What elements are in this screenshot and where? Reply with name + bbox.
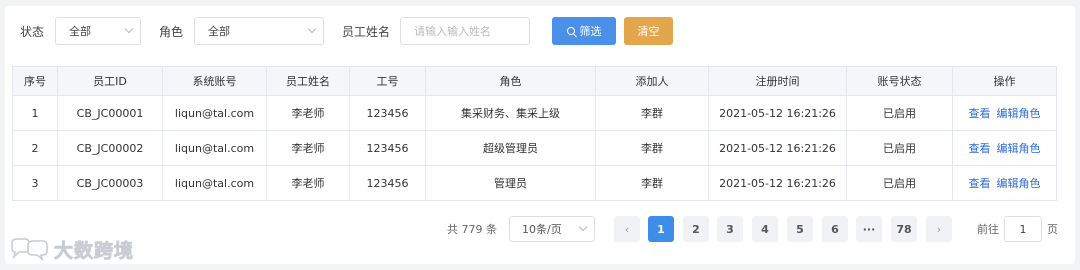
clear-button-label: 清空 — [637, 25, 660, 38]
page-size-select[interactable]: 10条/页 — [509, 216, 595, 242]
added-by: 李群 — [595, 130, 709, 166]
goto-page-input[interactable]: 1 — [1004, 216, 1042, 242]
prev-page-button[interactable]: ‹ — [614, 216, 640, 242]
job-number: 123456 — [349, 130, 426, 166]
page-button-2[interactable]: 2 — [683, 216, 709, 242]
table-row: 1 CB_JC00001 liqun@tal.com 李老师 123456 集采… — [12, 95, 1057, 131]
column-header: 操作 — [952, 66, 1057, 96]
page-button-78[interactable]: 78 — [891, 216, 917, 242]
employee-name: 李老师 — [266, 95, 350, 131]
actions-cell: 查看 编辑角色 — [952, 130, 1057, 166]
more-pages-ellipsis[interactable]: ··· — [856, 216, 882, 242]
role: 超级管理员 — [425, 130, 596, 166]
row-index: 3 — [12, 165, 58, 201]
actions-cell: 查看 编辑角色 — [952, 165, 1057, 201]
page-size-value: 10条/页 — [522, 223, 562, 236]
clear-button[interactable]: 清空 — [624, 17, 674, 45]
name-filter-label: 员工姓名 — [342, 24, 391, 39]
chevron-down-icon — [124, 24, 134, 34]
filter-button[interactable]: 筛选 — [552, 17, 617, 45]
actions-cell: 查看 编辑角色 — [952, 95, 1057, 131]
status-select-value: 全部 — [69, 25, 92, 38]
status-filter-label: 状态 — [20, 24, 45, 39]
page-button-3[interactable]: 3 — [717, 216, 743, 242]
column-header: 系统账号 — [162, 66, 267, 96]
status-select[interactable]: 全部 — [55, 17, 142, 45]
column-header: 工号 — [349, 66, 426, 96]
filter-button-label: 筛选 — [579, 25, 602, 38]
employee-id: CB_JC00001 — [57, 95, 163, 131]
role-filter-label: 角色 — [159, 24, 184, 39]
column-header: 员工ID — [57, 66, 163, 96]
column-header: 角色 — [425, 66, 596, 96]
page-button-4[interactable]: 4 — [752, 216, 778, 242]
name-search-placeholder: 请输入输入姓名 — [414, 25, 492, 38]
column-header: 序号 — [12, 66, 58, 96]
table-row: 2 CB_JC00002 liqun@tal.com 李老师 123456 超级… — [12, 130, 1057, 166]
search-icon — [566, 27, 575, 35]
row-index: 1 — [12, 95, 58, 131]
table-header-row: 序号 员工ID 系统账号 员工姓名 工号 角色 添加人 注册时间 账号状态 操作 — [12, 66, 1057, 96]
watermark: 大数跨境 — [8, 236, 134, 262]
chat-bubble-logo-icon — [11, 238, 48, 261]
employee-name: 李老师 — [266, 165, 350, 201]
next-page-button[interactable]: › — [926, 216, 952, 242]
filter-bar: 状态 全部 角色 全部 员工姓名 请输入输入姓名 筛选 清空 — [15, 17, 674, 45]
page-button-5[interactable]: 5 — [787, 216, 813, 242]
job-number: 123456 — [349, 95, 426, 131]
total-count: 共 779 条 — [447, 223, 497, 236]
view-link[interactable]: 查看 — [969, 142, 991, 155]
role-select-value: 全部 — [208, 25, 231, 38]
registration-time: 2021-05-12 16:21:26 — [708, 165, 847, 201]
role: 管理员 — [425, 165, 596, 201]
employee-table: 序号 员工ID 系统账号 员工姓名 工号 角色 添加人 注册时间 账号状态 操作… — [12, 66, 1057, 201]
edit-role-link[interactable]: 编辑角色 — [997, 177, 1041, 190]
goto-unit: 页 — [1047, 223, 1058, 236]
goto-label: 前往 — [977, 223, 999, 236]
added-by: 李群 — [595, 165, 709, 201]
view-link[interactable]: 查看 — [969, 177, 991, 190]
system-account: liqun@tal.com — [162, 95, 267, 131]
account-status: 已启用 — [846, 130, 953, 166]
registration-time: 2021-05-12 16:21:26 — [708, 130, 847, 166]
watermark-text: 大数跨境 — [54, 239, 135, 262]
account-status: 已启用 — [846, 95, 953, 131]
column-header: 注册时间 — [708, 66, 847, 96]
employee-name: 李老师 — [266, 130, 350, 166]
role: 集采财务、集采上级 — [425, 95, 596, 131]
role-select[interactable]: 全部 — [194, 17, 325, 45]
name-search-input[interactable]: 请输入输入姓名 — [400, 17, 531, 45]
edit-role-link[interactable]: 编辑角色 — [997, 142, 1041, 155]
employee-id: CB_JC00002 — [57, 130, 163, 166]
chevron-down-icon — [578, 222, 588, 232]
table-row: 3 CB_JC00003 liqun@tal.com 李老师 123456 管理… — [12, 165, 1057, 201]
column-header: 员工姓名 — [266, 66, 350, 96]
job-number: 123456 — [349, 165, 426, 201]
row-index: 2 — [12, 130, 58, 166]
employee-id: CB_JC00003 — [57, 165, 163, 201]
pagination: 共 779 条 10条/页 ‹ 1 2 3 4 5 6 ··· 78 › 前往 … — [0, 216, 1080, 242]
system-account: liqun@tal.com — [162, 130, 267, 166]
column-header: 账号状态 — [846, 66, 953, 96]
chevron-down-icon — [307, 24, 317, 34]
page-button-1[interactable]: 1 — [648, 216, 674, 242]
column-header: 添加人 — [595, 66, 709, 96]
page-button-6[interactable]: 6 — [822, 216, 848, 242]
account-status: 已启用 — [846, 165, 953, 201]
edit-role-link[interactable]: 编辑角色 — [997, 107, 1041, 120]
view-link[interactable]: 查看 — [969, 107, 991, 120]
added-by: 李群 — [595, 95, 709, 131]
system-account: liqun@tal.com — [162, 165, 267, 201]
registration-time: 2021-05-12 16:21:26 — [708, 95, 847, 131]
